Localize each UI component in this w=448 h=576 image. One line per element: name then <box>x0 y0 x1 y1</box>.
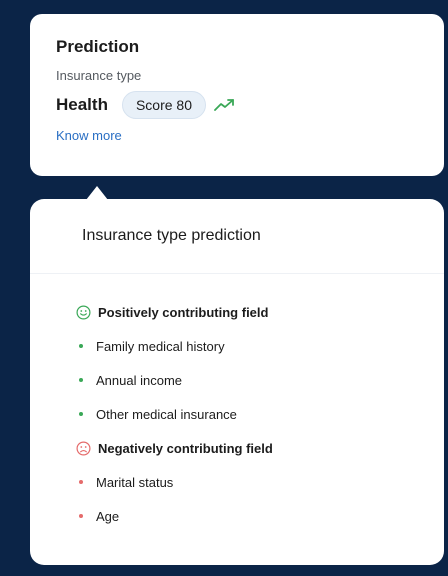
smile-icon <box>76 304 91 320</box>
prediction-detail-panel: Insurance type prediction Positively con… <box>30 199 444 565</box>
score-label: Score 80 <box>135 97 193 113</box>
list-item-label: Marital status <box>96 474 174 490</box>
prediction-card: Prediction Insurance type Health Score 8… <box>30 14 444 176</box>
bullet-dot <box>79 514 83 518</box>
bullet-dot <box>79 378 83 382</box>
popover-pointer <box>86 186 108 200</box>
prediction-value: Health <box>56 95 108 114</box>
panel-title: Insurance type prediction <box>82 227 261 244</box>
list-item: Marital status <box>76 471 444 493</box>
list-item-label: Family medical history <box>96 338 225 354</box>
list-item-label: Annual income <box>96 372 182 388</box>
trend-up-icon <box>214 98 236 112</box>
negative-section-heading: Negatively contributing field <box>76 437 444 459</box>
list-item: Family medical history <box>76 335 444 357</box>
bullet-dot <box>79 344 83 348</box>
positive-section-heading: Positively contributing field <box>76 301 444 323</box>
frown-icon <box>76 440 91 456</box>
panel-body: Positively contributing field Family med… <box>30 274 444 527</box>
insurance-type-label: Insurance type <box>56 68 142 83</box>
list-item: Other medical insurance <box>76 403 444 425</box>
know-more-link[interactable]: Know more <box>56 128 122 143</box>
card-title: Prediction <box>56 37 140 56</box>
positive-heading-label: Positively contributing field <box>98 304 269 320</box>
panel-header: Insurance type prediction <box>30 199 444 274</box>
list-item-label: Age <box>96 508 120 524</box>
score-badge: Score 80 <box>121 91 207 119</box>
app-background: Prediction Insurance type Health Score 8… <box>0 0 448 576</box>
list-item: Age <box>76 505 444 527</box>
bullet-dot <box>79 480 83 484</box>
list-item-label: Other medical insurance <box>96 406 237 422</box>
prediction-value-row: Health Score 80 <box>56 90 418 120</box>
bullet-dot <box>79 412 83 416</box>
negative-heading-label: Negatively contributing field <box>98 440 273 456</box>
list-item: Annual income <box>76 369 444 391</box>
